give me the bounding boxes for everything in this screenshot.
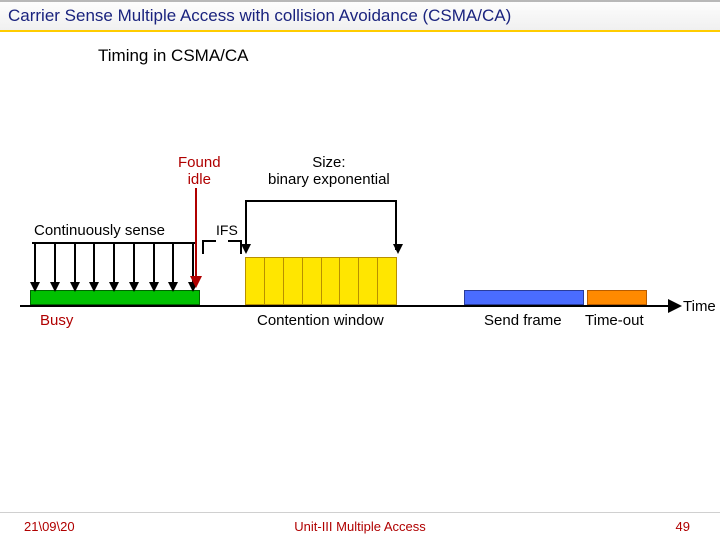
busy-bar	[30, 290, 200, 305]
contention-slot	[340, 258, 359, 304]
contention-slot	[378, 258, 396, 304]
size-bracket	[245, 200, 397, 202]
sense-arrow	[172, 244, 174, 290]
sense-arrow	[133, 244, 135, 290]
sense-arrow	[74, 244, 76, 290]
size-label: Size: binary exponential	[268, 154, 390, 188]
sense-arrows	[34, 244, 194, 290]
continuously-sense-label: Continuously sense	[34, 222, 165, 239]
contention-window-label: Contention window	[257, 312, 384, 329]
time-axis	[20, 305, 670, 307]
send-frame-label: Send frame	[484, 312, 562, 329]
sense-arrow	[34, 244, 36, 290]
footer-page-number: 49	[676, 519, 690, 534]
found-idle-label: Found idle	[178, 154, 221, 188]
contention-slot	[265, 258, 284, 304]
contention-slot	[246, 258, 265, 304]
ifs-label: IFS	[216, 222, 238, 238]
ifs-bracket	[202, 240, 242, 241]
footer-unit: Unit-III Multiple Access	[294, 519, 426, 534]
timeout-bar	[587, 290, 647, 305]
contention-slot	[359, 258, 378, 304]
timing-diagram: Time Busy Continuously sense Found idle …	[20, 150, 700, 360]
slide-footer: 21\09\20 Unit-III Multiple Access 49	[0, 512, 720, 540]
sense-arrow	[54, 244, 56, 290]
contention-window	[245, 257, 397, 305]
busy-label: Busy	[40, 312, 73, 329]
slide-title: Carrier Sense Multiple Access with colli…	[0, 0, 720, 32]
found-idle-arrow	[195, 188, 197, 286]
footer-date: 21\09\20	[24, 519, 75, 534]
send-frame-bar	[464, 290, 584, 305]
size-arrow-left	[241, 244, 251, 254]
sense-arrow	[153, 244, 155, 290]
sense-arrow	[113, 244, 115, 290]
timeout-label: Time-out	[585, 312, 644, 329]
contention-slot	[303, 258, 322, 304]
time-label: Time	[683, 298, 716, 315]
contention-slot	[322, 258, 341, 304]
size-arrow-right	[393, 244, 403, 254]
slide-subtitle: Timing in CSMA/CA	[98, 46, 249, 66]
contention-slot	[284, 258, 303, 304]
time-axis-arrow	[668, 299, 682, 313]
sense-arrow	[93, 244, 95, 290]
